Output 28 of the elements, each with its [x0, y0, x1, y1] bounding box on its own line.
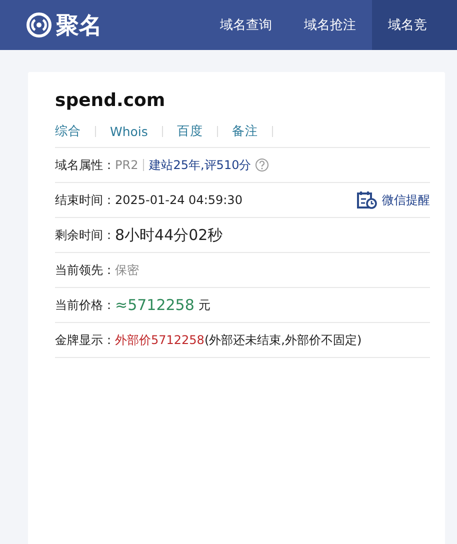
field-label: 结束时间：: [55, 192, 115, 208]
field-label: 当前价格：: [55, 296, 115, 314]
external-price: 外部价5712258: [115, 332, 204, 348]
nav-tab[interactable]: 域名抢注: [288, 0, 372, 50]
info-tab-link[interactable]: 百度: [176, 123, 203, 140]
logo-icon: [26, 12, 52, 38]
wechat-remind-button[interactable]: 微信提醒: [357, 191, 430, 209]
price-note: (外部还未结束,外部价不固定): [204, 332, 362, 348]
nav-tab[interactable]: 域名竞: [372, 0, 457, 50]
help-icon[interactable]: [255, 158, 270, 172]
field-label: 当前领先：: [55, 262, 115, 278]
leader-value: 保密: [115, 262, 139, 278]
field-label: 剩余时间：: [55, 226, 115, 244]
info-tab-link[interactable]: Whois: [110, 124, 148, 139]
end-time: 2025-01-24 04:59:30: [115, 193, 242, 207]
nav-tab[interactable]: 域名查询: [204, 0, 288, 50]
calendar-clock-icon: [357, 191, 377, 209]
info-tab-link[interactable]: 备注: [232, 123, 258, 140]
domain-title: spend.com: [55, 90, 166, 111]
field-label: 金牌显示：: [55, 332, 115, 348]
site-info: 建站25年,评510分: [149, 156, 252, 174]
remaining-time: 8小时44分02秒: [115, 226, 223, 244]
info-tab-link[interactable]: 综合: [55, 123, 81, 140]
price-value: ≈5712258: [115, 296, 194, 314]
field-label: 域名属性：: [55, 156, 115, 174]
logo-text: 聚名: [56, 12, 102, 40]
price-unit: 元: [198, 296, 210, 314]
pr-value: PR2: [115, 158, 138, 172]
